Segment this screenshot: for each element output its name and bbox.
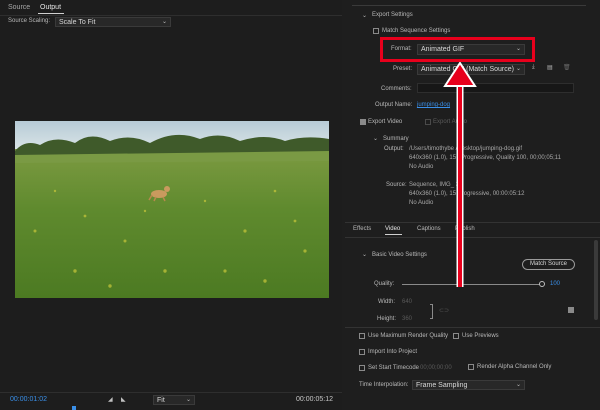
basic-video-title: Basic Video Settings [372,252,427,258]
video-preview [15,121,329,298]
chevron-down-icon: ⌄ [515,382,521,388]
width-height-checkbox[interactable] [568,307,574,313]
annotation-arrow [443,62,477,287]
settings-scrollbar[interactable] [594,240,598,320]
summary-source-label: Source: [386,182,407,188]
chevron-down-icon: ⌄ [515,66,521,72]
timeline-divider [0,392,342,393]
width-label: Width: [378,299,396,305]
set-start-timecode-checkbox[interactable] [359,365,365,371]
chain-link-icon[interactable]: ⊂⊃ [439,307,449,314]
import-into-project-label: Import Into Project [368,349,418,355]
export-settings-title: Export Settings [372,12,413,18]
tab-source[interactable]: Source [8,4,30,11]
zoom-fit-value: Fit [157,397,165,404]
in-point-icon[interactable]: ◢ [108,396,113,403]
export-video-label: Export Video [368,119,403,125]
chevron-down-icon: ⌄ [161,19,167,25]
height-value[interactable]: 360 [402,316,412,322]
summary-collapse-icon[interactable]: ⌄ [373,135,378,142]
tabbar-divider [0,15,342,16]
tab-output[interactable]: Output [40,4,61,11]
time-interpolation-label: Time Interpolation: [359,382,409,388]
preset-label: Preset: [393,66,413,72]
time-interpolation-value: Frame Sampling [416,382,468,389]
width-value[interactable]: 640 [402,299,412,305]
set-start-timecode-label: Set Start Timecode [368,365,420,371]
annotation-highlight-box [380,37,535,62]
tab-effects[interactable]: Effects [353,226,371,232]
quality-slider-handle[interactable] [539,281,545,287]
comments-label: Comments: [381,86,412,92]
chevron-down-icon: ⌄ [185,397,191,403]
start-timecode-value[interactable]: 00;00;00;00 [420,365,452,371]
max-render-quality-label: Use Maximum Render Quality [368,333,449,339]
output-name-label: Output Name: [375,102,413,108]
use-previews-checkbox[interactable] [453,333,459,339]
max-render-quality-checkbox[interactable] [359,333,365,339]
import-preset-icon[interactable]: ▤ [547,64,553,71]
match-sequence-label: Match Sequence Settings [382,28,451,34]
collapse-icon[interactable]: ⌄ [362,12,367,19]
tab-video[interactable]: Video [385,226,400,232]
basic-video-collapse-icon[interactable]: ⌄ [362,251,367,258]
panel-divider [352,5,586,6]
source-scaling-value: Scale To Fit [59,19,96,26]
use-previews-label: Use Previews [462,333,499,339]
export-audio-checkbox[interactable] [425,119,431,125]
match-source-button[interactable]: Match Source [522,259,575,270]
quality-label: Quality: [374,281,395,287]
summary-output-label: Output: [384,146,404,152]
source-scaling-label: Source Scaling: [8,18,51,24]
render-alpha-checkbox[interactable] [468,364,474,370]
summary-title: Summary [383,136,409,142]
import-into-project-checkbox[interactable] [359,349,365,355]
export-video-checkbox[interactable] [360,119,366,125]
active-tab-indicator [385,234,402,235]
tab-captions[interactable]: Captions [417,226,441,232]
aspect-bracket [430,304,433,319]
duration-timecode: 00:00:05:12 [296,396,333,403]
active-tab-indicator [38,13,64,14]
delete-preset-icon[interactable]: 🗑 [563,64,571,71]
zoom-fit-dropdown[interactable]: Fit ⌄ [153,395,195,405]
save-preset-icon[interactable]: ⤓ [532,64,535,71]
render-alpha-label: Render Alpha Channel Only [477,364,552,370]
summary-output-line: No Audio [409,164,434,170]
quality-value[interactable]: 100 [550,281,560,287]
height-label: Height: [377,316,397,322]
time-interpolation-dropdown[interactable]: Frame Sampling ⌄ [412,380,525,390]
playhead-marker[interactable] [72,406,76,410]
summary-source-line: No Audio [409,200,434,206]
out-point-icon[interactable]: ◣ [121,396,126,403]
match-sequence-checkbox[interactable] [373,28,379,34]
summary-output-line: 640x360 (1.0), 15 , Progressive, Quality… [409,155,561,161]
source-scaling-dropdown[interactable]: Scale To Fit ⌄ [55,17,171,27]
current-timecode[interactable]: 00:00:01:02 [10,396,47,403]
options-divider [345,327,600,328]
